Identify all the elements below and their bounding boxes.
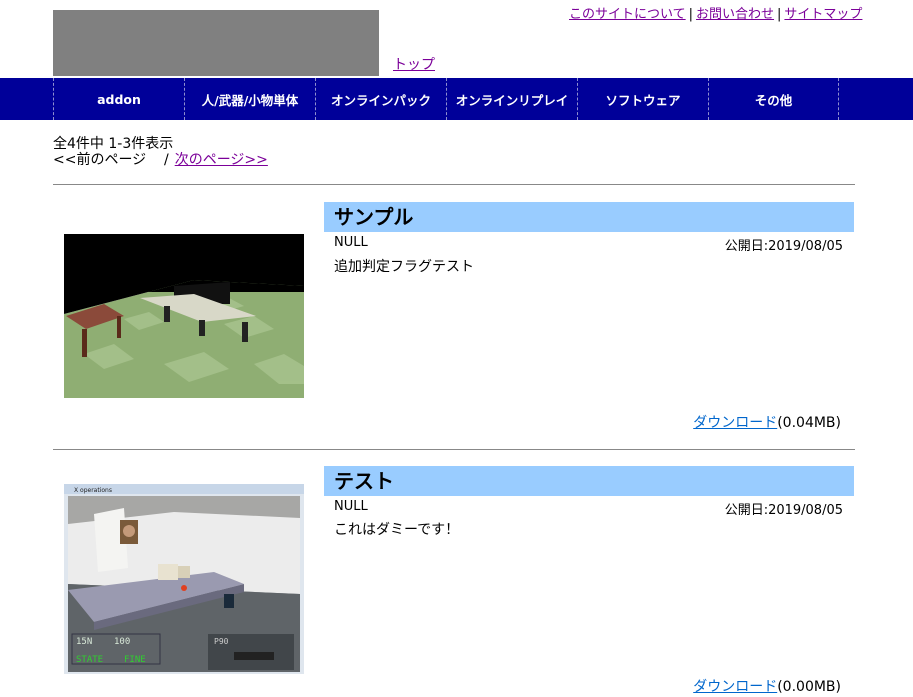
site-logo-placeholder[interactable] — [53, 10, 379, 76]
hud-ammo: 15N — [76, 637, 92, 647]
item-author: NULL — [334, 235, 368, 250]
divider — [53, 184, 855, 185]
separator: | — [688, 7, 694, 22]
about-link[interactable]: このサイトについて — [569, 7, 686, 22]
item-thumbnail[interactable] — [64, 234, 304, 398]
hud-ammo-reserve: 100 — [114, 637, 130, 647]
file-size: (0.00MB) — [777, 679, 841, 695]
item-download: ダウンロード(0.04MB) — [693, 412, 841, 432]
prev-page-text: <<前のページ / — [53, 152, 169, 168]
item-date: 公開日:2019/08/05 — [724, 239, 843, 254]
nav-online-replay[interactable]: オンラインリプレイ — [446, 78, 577, 120]
item-title[interactable]: サンプル — [324, 202, 854, 232]
separator: | — [777, 7, 782, 22]
hud-weapon: P90 — [214, 637, 229, 646]
utility-links: このサイトについて | お問い合わせ | サイトマップ — [569, 3, 862, 22]
result-count: 全4件中 1-3件表示 — [53, 136, 174, 152]
file-size: (0.04MB) — [777, 415, 841, 431]
next-page-link[interactable]: 次のページ>> — [175, 152, 268, 168]
top-link[interactable]: トップ — [393, 54, 435, 74]
nav-software[interactable]: ソフトウェア — [577, 78, 708, 120]
nav-addon[interactable]: addon — [53, 78, 184, 120]
item-date: 公開日:2019/08/05 — [724, 503, 843, 518]
item-description: これはダミーです！ — [334, 522, 460, 538]
contact-link[interactable]: お問い合わせ — [696, 7, 774, 22]
item-download: ダウンロード(0.00MB) — [693, 676, 841, 696]
hud-state-label: STATE — [76, 655, 103, 665]
nav-single-items[interactable]: 人/武器/小物単体 — [184, 78, 315, 120]
download-link[interactable]: ダウンロード — [693, 679, 777, 695]
pagination: <<前のページ / 次のページ>> — [53, 152, 268, 168]
sample-3d-scene-image — [64, 234, 304, 398]
test-game-screenshot-image: X operations 15N 100 STATE FINE P90 — [64, 484, 304, 674]
window-title: X operations — [74, 487, 112, 494]
hud-state-value: FINE — [124, 655, 146, 665]
nav-other[interactable]: その他 — [708, 78, 839, 120]
item-description: 追加判定フラグテスト — [334, 259, 474, 275]
nav-online-pack[interactable]: オンラインパック — [315, 78, 446, 120]
item-thumbnail[interactable]: X operations 15N 100 STATE FINE P90 — [64, 484, 304, 674]
download-link[interactable]: ダウンロード — [693, 415, 777, 431]
main-navigation: addon 人/武器/小物単体 オンラインパック オンラインリプレイ ソフトウェ… — [0, 78, 913, 120]
divider — [53, 449, 855, 450]
item-author: NULL — [334, 499, 368, 514]
item-title[interactable]: テスト — [324, 466, 854, 496]
sitemap-link[interactable]: サイトマップ — [784, 7, 862, 22]
